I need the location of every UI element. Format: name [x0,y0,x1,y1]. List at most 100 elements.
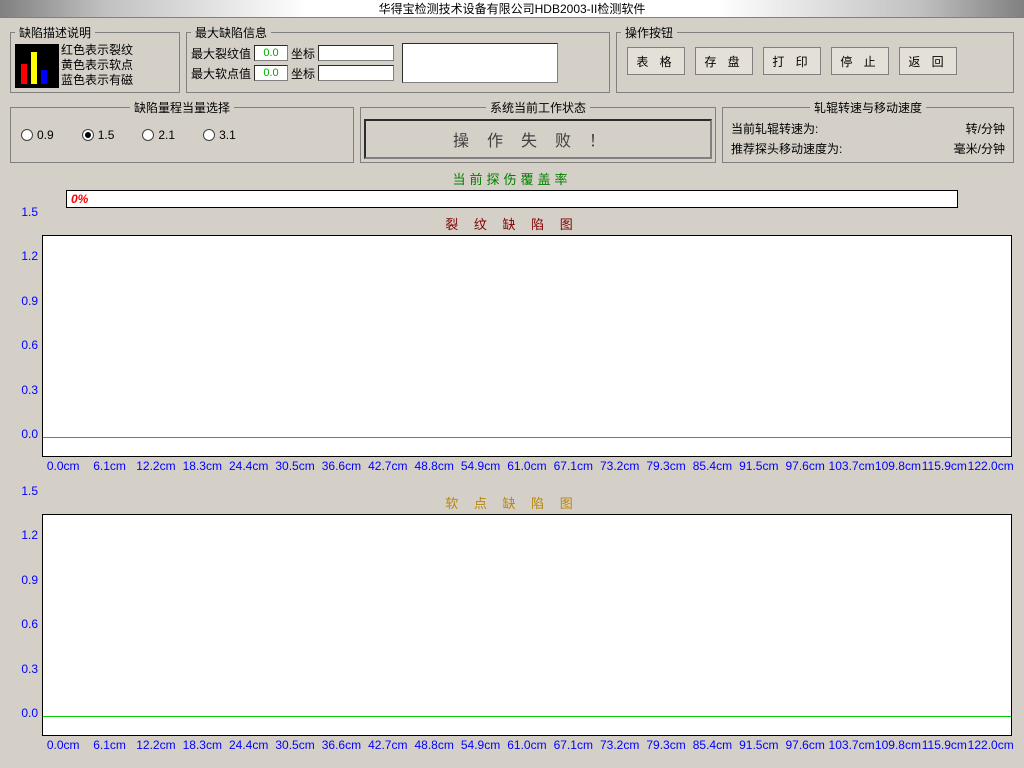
ytick: 1.2 [21,528,38,542]
radio-label: 2.1 [158,128,175,142]
ytick: 0.6 [21,338,38,352]
range-radio-1.5[interactable]: 1.5 [82,128,115,142]
xtick: 0.0cm [40,738,86,766]
coverage-title: 当前探伤覆盖率 [10,163,1014,190]
xtick: 73.2cm [597,738,643,766]
xtick: 18.3cm [179,738,225,766]
xtick: 36.6cm [318,459,364,487]
xtick: 6.1cm [86,459,132,487]
group-ops-legend: 操作按钮 [621,24,677,41]
ytick: 0.9 [21,573,38,587]
title-bar: 华得宝检测技术设备有限公司HDB2003-II检测软件 [0,0,1024,18]
xtick: 97.6cm [782,459,828,487]
speed-rec-unit: 毫米/分钟 [954,140,1005,157]
chart-yaxis: 1.51.20.90.60.30.0 [10,491,40,713]
chart-1: 软 点 缺 陷 图1.51.20.90.60.30.00.0cm6.1cm12.… [10,491,1014,766]
coverage-value: 0% [66,190,958,208]
xtick: 91.5cm [736,738,782,766]
maxinfo-display [402,43,558,83]
radio-dot-icon [21,129,33,141]
table-button[interactable]: 表 格 [627,47,685,75]
speed-current-label: 当前轧辊转速为: [731,120,818,137]
xtick: 42.7cm [365,738,411,766]
group-status: 系统当前工作状态 操作失败！ [360,99,716,163]
xtick: 42.7cm [365,459,411,487]
radio-label: 1.5 [98,128,115,142]
chart-title: 软 点 缺 陷 图 [10,491,1014,514]
xtick: 85.4cm [689,459,735,487]
speed-rec-label: 推荐探头移动速度为: [731,140,842,157]
xtick: 36.6cm [318,738,364,766]
xtick: 67.1cm [550,738,596,766]
xtick: 61.0cm [504,459,550,487]
desc-blue: 蓝色表示有磁 [61,73,133,88]
back-button[interactable]: 返 回 [899,47,957,75]
desc-lines: 红色表示裂纹 黄色表示软点 蓝色表示有磁 [61,43,133,88]
chart-plot [42,235,1012,457]
chart-xaxis: 0.0cm6.1cm12.2cm18.3cm24.4cm30.5cm36.6cm… [40,736,1014,766]
range-radio-0.9[interactable]: 0.9 [21,128,54,142]
ytick: 0.3 [21,383,38,397]
radio-label: 3.1 [219,128,236,142]
chart-0: 裂 纹 缺 陷 图1.51.20.90.60.30.00.0cm6.1cm12.… [10,212,1014,487]
threshold-line [43,716,1011,717]
radio-dot-icon [82,129,94,141]
xtick: 18.3cm [179,459,225,487]
range-radio-2.1[interactable]: 2.1 [142,128,175,142]
xtick: 109.8cm [875,738,921,766]
crack-coord-label: 坐标 [291,45,315,62]
ytick: 1.5 [21,484,38,498]
group-range-legend: 缺陷量程当量选择 [130,99,234,116]
xtick: 97.6cm [782,738,828,766]
xtick: 115.9cm [921,459,967,487]
xtick: 85.4cm [689,738,735,766]
ytick: 1.2 [21,249,38,263]
status-text: 操作失败！ [364,119,712,159]
ytick: 0.6 [21,617,38,631]
xtick: 122.0cm [968,738,1014,766]
desc-yellow: 黄色表示软点 [61,58,133,73]
xtick: 103.7cm [828,459,874,487]
chart-xaxis: 0.0cm6.1cm12.2cm18.3cm24.4cm30.5cm36.6cm… [40,457,1014,487]
xtick: 91.5cm [736,459,782,487]
range-radio-3.1[interactable]: 3.1 [203,128,236,142]
radio-label: 0.9 [37,128,54,142]
xtick: 0.0cm [40,459,86,487]
xtick: 54.9cm [457,738,503,766]
group-status-legend: 系统当前工作状态 [486,99,590,116]
stop-button[interactable]: 停 止 [831,47,889,75]
save-button[interactable]: 存 盘 [695,47,753,75]
soft-label: 最大软点值 [191,65,251,82]
xtick: 30.5cm [272,459,318,487]
xtick: 12.2cm [133,738,179,766]
app-title: 华得宝检测技术设备有限公司HDB2003-II检测软件 [379,0,646,17]
group-desc: 缺陷描述说明 红色表示裂纹 黄色表示软点 蓝色表示有磁 [10,24,180,93]
speed-current-unit: 转/分钟 [966,120,1005,137]
xtick: 115.9cm [921,738,967,766]
xtick: 12.2cm [133,459,179,487]
ytick: 1.5 [21,205,38,219]
crack-value: 0.0 [254,45,288,61]
chart-title: 裂 纹 缺 陷 图 [10,212,1014,235]
xtick: 103.7cm [828,738,874,766]
group-desc-legend: 缺陷描述说明 [15,24,95,41]
xtick: 48.8cm [411,738,457,766]
xtick: 6.1cm [86,738,132,766]
xtick: 24.4cm [226,738,272,766]
xtick: 122.0cm [968,459,1014,487]
xtick: 24.4cm [226,459,272,487]
xtick: 30.5cm [272,738,318,766]
chart-plot [42,514,1012,736]
group-speed-legend: 轧辊转速与移动速度 [810,99,926,116]
group-maxinfo: 最大缺陷信息 最大裂纹值 0.0 坐标 最大软点值 0.0 坐标 [186,24,610,93]
print-button[interactable]: 打 印 [763,47,821,75]
xtick: 61.0cm [504,738,550,766]
xtick: 48.8cm [411,459,457,487]
crack-label: 最大裂纹值 [191,45,251,62]
crack-coord-value [318,45,394,61]
group-range: 缺陷量程当量选择 0.9 1.5 2.1 3.1 [10,99,354,163]
radio-dot-icon [142,129,154,141]
radio-dot-icon [203,129,215,141]
legend-chart-icon [15,44,59,88]
soft-coord-label: 坐标 [291,65,315,82]
